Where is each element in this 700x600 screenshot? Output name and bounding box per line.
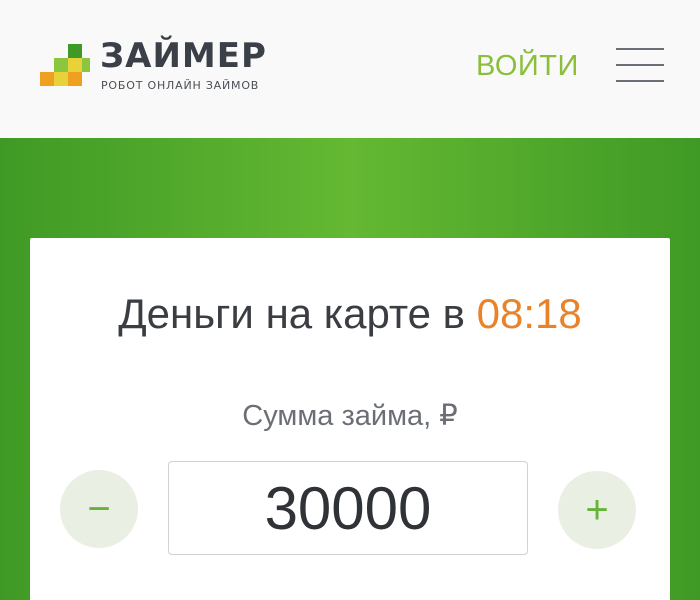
headline: Деньги на карте в 08:18 bbox=[30, 288, 670, 340]
page: ЗАЙМЕР РОБОТ ОНЛАЙН ЗАЙМОВ ВОЙТИ Деньги … bbox=[0, 0, 700, 600]
loan-amount-label: Сумма займа, ₽ bbox=[242, 400, 458, 432]
headline-text: Деньги на карте в bbox=[118, 290, 465, 337]
hamburger-menu-icon bbox=[616, 64, 664, 66]
minus-icon: − bbox=[87, 487, 111, 531]
plus-icon: + bbox=[585, 488, 609, 532]
logo[interactable]: ЗАЙМЕР РОБОТ ОНЛАЙН ЗАЙМОВ bbox=[40, 36, 300, 100]
hamburger-menu-icon bbox=[616, 80, 664, 82]
site-header: ЗАЙМЕР РОБОТ ОНЛАЙН ЗАЙМОВ ВОЙТИ bbox=[0, 0, 700, 138]
logo-title: ЗАЙМЕР bbox=[100, 36, 267, 76]
logo-subtitle: РОБОТ ОНЛАЙН ЗАЙМОВ bbox=[101, 79, 260, 92]
loan-amount-field[interactable] bbox=[168, 461, 528, 555]
headline-time: 08:18 bbox=[476, 290, 582, 337]
hamburger-menu-button[interactable] bbox=[616, 44, 664, 84]
logo-mark-icon bbox=[40, 44, 90, 86]
login-link[interactable]: ВОЙТИ bbox=[476, 48, 579, 84]
loan-amount-input[interactable] bbox=[169, 462, 527, 554]
loan-calculator-card: Деньги на карте в 08:18 Сумма займа, ₽ −… bbox=[30, 238, 670, 600]
decrease-amount-button[interactable]: − bbox=[60, 470, 138, 548]
increase-amount-button[interactable]: + bbox=[558, 471, 636, 549]
hamburger-menu-icon bbox=[616, 48, 664, 50]
